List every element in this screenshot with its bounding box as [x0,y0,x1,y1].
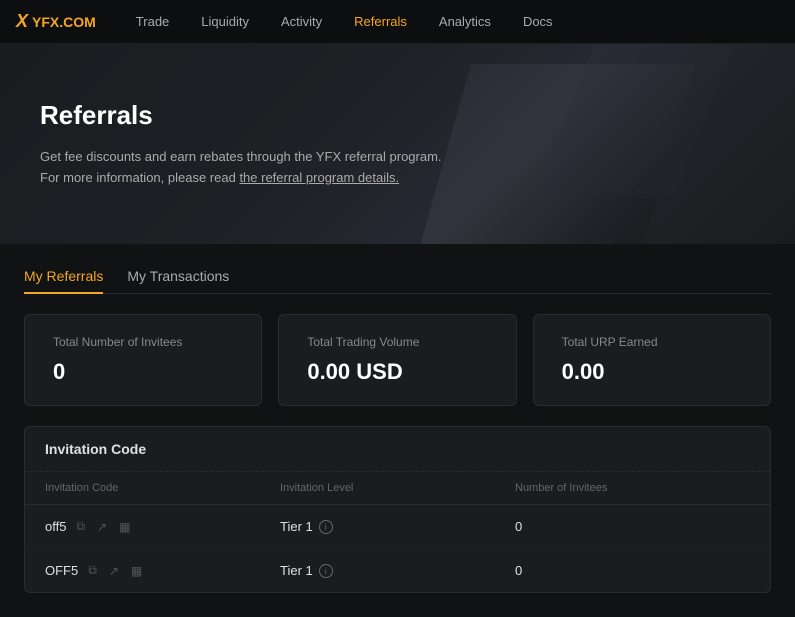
stat-card: Total Number of Invitees 0 [24,314,262,406]
table-header: Invitation CodeInvitation LevelNumber of… [25,472,770,505]
hero-description: Get fee discounts and earn rebates throu… [40,147,442,189]
table-row: off5 ⧉ ↗ ▦ Tier 1 i 0 [25,505,770,549]
referral-program-link[interactable]: the referral program details. [239,170,399,185]
qr-icon[interactable]: ▦ [117,518,132,536]
invitation-header: Invitation Code [25,427,770,472]
copy-icon[interactable]: ⧉ [74,517,87,536]
nav-link-analytics[interactable]: Analytics [423,0,507,44]
hero-content: Referrals Get fee discounts and earn reb… [40,100,442,189]
logo-x-icon: X [16,11,28,32]
table-column-header: Number of Invitees [515,482,750,494]
stat-card: Total Trading Volume 0.00 USD [278,314,516,406]
hero-title: Referrals [40,100,442,131]
stats-row: Total Number of Invitees 0 Total Trading… [0,294,795,426]
logo-text: YFX.COM [32,14,96,30]
nav-link-trade[interactable]: Trade [120,0,185,44]
tier-cell: Tier 1 i [280,519,515,534]
stat-label: Total Number of Invitees [53,335,233,349]
hero-banner: Referrals Get fee discounts and earn reb… [0,44,795,244]
share-icon[interactable]: ↗ [95,518,109,536]
share-icon[interactable]: ↗ [107,562,121,580]
stat-value: 0.00 USD [307,359,487,385]
nav-link-docs[interactable]: Docs [507,0,569,44]
code-value: off5 [45,519,66,534]
copy-icon[interactable]: ⧉ [86,561,99,580]
navbar: X YFX.COM TradeLiquidityActivityReferral… [0,0,795,44]
nav-link-activity[interactable]: Activity [265,0,338,44]
tab-my-transactions[interactable]: My Transactions [127,260,229,294]
count-cell: 0 [515,519,750,534]
tabs-bar: My Referrals My Transactions [24,260,771,294]
nav-link-liquidity[interactable]: Liquidity [185,0,265,44]
code-value: OFF5 [45,563,78,578]
stat-label: Total Trading Volume [307,335,487,349]
code-cell: OFF5 ⧉ ↗ ▦ [45,561,280,580]
qr-icon[interactable]: ▦ [129,562,144,580]
hero-desc-line1: Get fee discounts and earn rebates throu… [40,149,442,164]
table-column-header: Invitation Code [45,482,280,494]
nav-link-referrals[interactable]: Referrals [338,0,423,44]
tab-my-referrals[interactable]: My Referrals [24,260,103,294]
table-row: OFF5 ⧉ ↗ ▦ Tier 1 i 0 [25,549,770,592]
code-cell: off5 ⧉ ↗ ▦ [45,517,280,536]
count-cell: 0 [515,563,750,578]
stat-card: Total URP Earned 0.00 [533,314,771,406]
tier-info-icon[interactable]: i [319,520,333,534]
tabs-section: My Referrals My Transactions [0,244,795,294]
hero-desc-line2: For more information, please read [40,170,236,185]
invitation-section: Invitation Code Invitation CodeInvitatio… [24,426,771,593]
nav-links: TradeLiquidityActivityReferralsAnalytics… [120,0,779,44]
stat-label: Total URP Earned [562,335,742,349]
tier-value: Tier 1 [280,563,313,578]
stat-value: 0 [53,359,233,385]
tier-info-icon[interactable]: i [319,564,333,578]
table-body: off5 ⧉ ↗ ▦ Tier 1 i 0 OFF5 ⧉ ↗ ▦ Tier 1 … [25,505,770,592]
tier-value: Tier 1 [280,519,313,534]
stat-value: 0.00 [562,359,742,385]
tier-cell: Tier 1 i [280,563,515,578]
table-column-header: Invitation Level [280,482,515,494]
logo[interactable]: X YFX.COM [16,11,96,32]
